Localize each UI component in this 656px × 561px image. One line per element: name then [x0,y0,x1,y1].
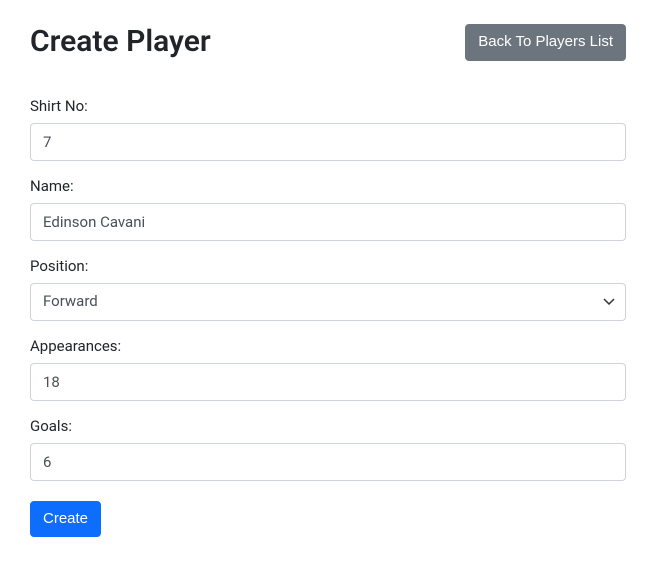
back-to-list-button[interactable]: Back To Players List [465,24,626,61]
position-select[interactable]: Forward [30,283,626,321]
field-group-position: Position: Forward [30,257,626,321]
appearances-input[interactable] [30,363,626,401]
position-label: Position: [30,257,626,275]
name-label: Name: [30,177,626,195]
field-group-shirt-no: Shirt No: [30,97,626,161]
field-group-appearances: Appearances: [30,337,626,401]
goals-input[interactable] [30,443,626,481]
goals-label: Goals: [30,417,626,435]
field-group-goals: Goals: [30,417,626,481]
field-group-name: Name: [30,177,626,241]
shirt-no-input[interactable] [30,123,626,161]
shirt-no-label: Shirt No: [30,97,626,115]
create-player-form: Shirt No: Name: Position: Forward Appear… [30,97,626,538]
name-input[interactable] [30,203,626,241]
page-title: Create Player [30,24,211,60]
page-header: Create Player Back To Players List [30,24,626,61]
appearances-label: Appearances: [30,337,626,355]
